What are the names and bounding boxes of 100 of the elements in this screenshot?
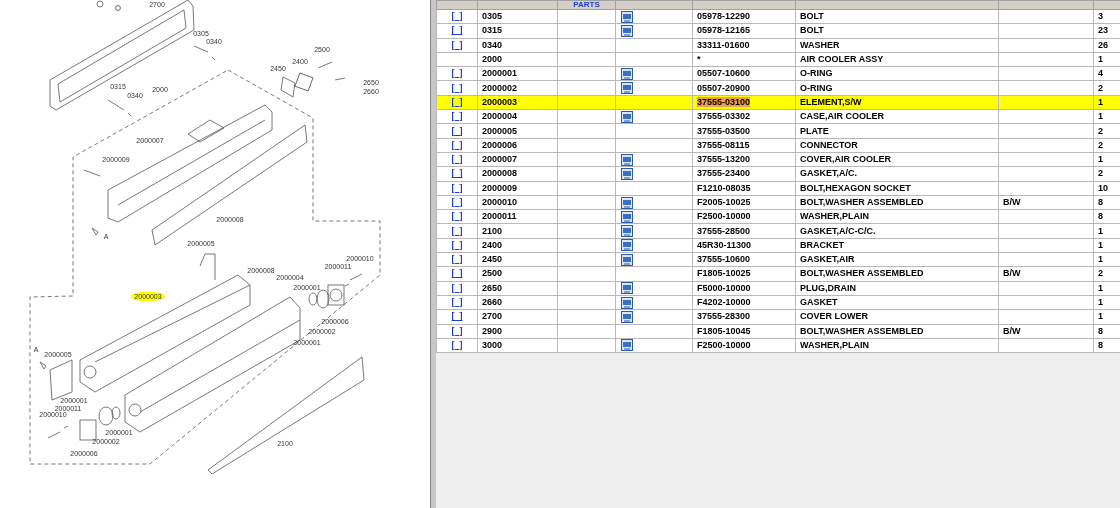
table-cell: 2660 [482,297,503,308]
detail-link[interactable]: [ ] [451,225,463,236]
document-icon[interactable] [621,167,633,180]
table-cell: 2000006 [482,139,518,150]
document-icon[interactable] [621,82,633,95]
table-cell: 2 [1098,168,1103,179]
document-icon[interactable] [621,239,633,252]
document-icon[interactable] [621,153,633,166]
table-cell: F4202-10000 [697,297,751,308]
table-cell: 1 [1098,311,1103,322]
document-icon[interactable] [621,253,633,266]
table-cell: 2000011 [482,211,517,222]
table-cell: 2 [1098,125,1103,136]
table-cell: 37555-10600 [697,254,751,265]
table-cell: 8 [1098,325,1103,336]
table-cell: 37555-03302 [697,111,751,122]
table-cell: 2000003 [482,96,518,107]
table-cell: PLATE [800,125,829,136]
table-cell: 1 [1098,96,1103,107]
table-cell: GASKET,A/C. [800,168,857,179]
document-icon[interactable] [621,296,633,309]
table-cell: 2000009 [482,182,518,193]
document-icon[interactable] [621,210,633,223]
table-cell: COVER,AIR COOLER [800,154,891,165]
table-cell: 37555-13200 [697,154,751,165]
table-cell: 33311-01600 [697,39,750,50]
table-cell: 1 [1098,239,1103,250]
table-cell: 05507-20900 [697,82,751,93]
table-cell: 4 [1098,68,1103,79]
table-cell: BOLT,WASHER ASSEMBLED [800,268,924,279]
table-cell: 2000001 [482,68,518,79]
table-cell: BOLT,HEXAGON SOCKET [800,182,911,193]
document-icon[interactable] [621,282,633,295]
table-cell: 8 [1098,211,1103,222]
table-cell: CONNECTOR [800,139,858,150]
document-icon[interactable] [621,310,633,323]
detail-link[interactable]: [ ] [451,168,463,179]
table-cell: F2500-10000 [697,339,751,350]
table-cell: 8 [1098,197,1103,207]
table-cell: 2000007 [482,154,518,165]
table-cell: 23 [1098,25,1108,36]
detail-link[interactable]: [ ] [451,197,463,207]
table-cell: F2500-10000 [697,211,751,222]
document-icon[interactable] [621,10,633,23]
table-cell: 2100 [482,225,503,236]
detail-link[interactable]: [ ] [451,268,463,279]
table-cell: 0340 [482,39,503,50]
table-cell: 3000 [482,339,503,350]
table-cell: 1 [1098,282,1103,293]
table-cell: 1 [1098,111,1103,122]
detail-link[interactable]: [ ] [451,125,463,136]
table-cell: AIR COOLER ASSY [800,54,884,65]
table-cell: COVER LOWER [800,311,868,322]
table-cell: F2005-10025 [697,197,751,207]
table-cell: 2000 [482,54,503,65]
table-cell: 2000005 [482,125,518,136]
table-cell: 37555-28300 [697,311,751,322]
table-cell: 1 [1098,54,1103,65]
document-icon[interactable] [621,110,633,123]
table-cell: 2000008 [482,168,518,179]
table-cell: 05978-12290 [697,11,751,22]
table-cell: PLUG,DRAIN [800,282,856,293]
table-cell: GASKET,A/C-C/C. [800,225,876,236]
detail-link[interactable]: [ ] [451,25,463,36]
table-cell: 3 [1098,11,1103,22]
document-icon[interactable] [621,196,633,209]
table-cell: BRACKET [800,239,844,250]
document-icon[interactable] [621,225,633,238]
document-icon[interactable] [621,24,633,37]
table-cell: 2 [1098,82,1103,93]
table-cell: 37555-03500 [697,125,751,136]
table-cell: 1 [1098,225,1103,236]
table-cell: CASE,AIR COOLER [800,111,884,122]
detail-link[interactable]: [ ] [451,311,463,322]
table-cell: 2400 [482,239,503,250]
table-cell: BOLT [800,25,824,36]
table-cell: O-RING [800,68,833,79]
table-cell: BOLT,WASHER ASSEMBLED [800,197,924,207]
table-cell: 05507-10600 [697,68,751,79]
table-cell: BOLT,WASHER ASSEMBLED [800,325,924,336]
column-header: PARTS [573,0,600,9]
table-cell: 8 [1098,339,1103,350]
table-cell: 26 [1098,39,1108,50]
document-icon[interactable] [621,339,633,352]
table-cell: 2 [1098,139,1103,150]
table-cell: 45R30-11300 [697,239,752,250]
table-cell: 10 [1098,182,1108,193]
document-icon[interactable] [621,67,633,80]
table-cell: GASKET,AIR [800,254,855,265]
table-cell: B/W [1003,268,1021,279]
table-cell: 2000002 [482,82,518,93]
table-cell: 2700 [482,311,503,322]
table-cell: ELEMENT,S/W [800,96,862,107]
table-cell: 05978-12165 [697,25,751,36]
table-cell: 37555-23400 [697,168,751,179]
table-cell: 1 [1098,254,1103,265]
table-cell: 2900 [482,325,503,336]
table-cell: 0305 [482,11,503,22]
table-cell: WASHER [800,39,840,50]
table-cell: B/W [1003,325,1021,336]
